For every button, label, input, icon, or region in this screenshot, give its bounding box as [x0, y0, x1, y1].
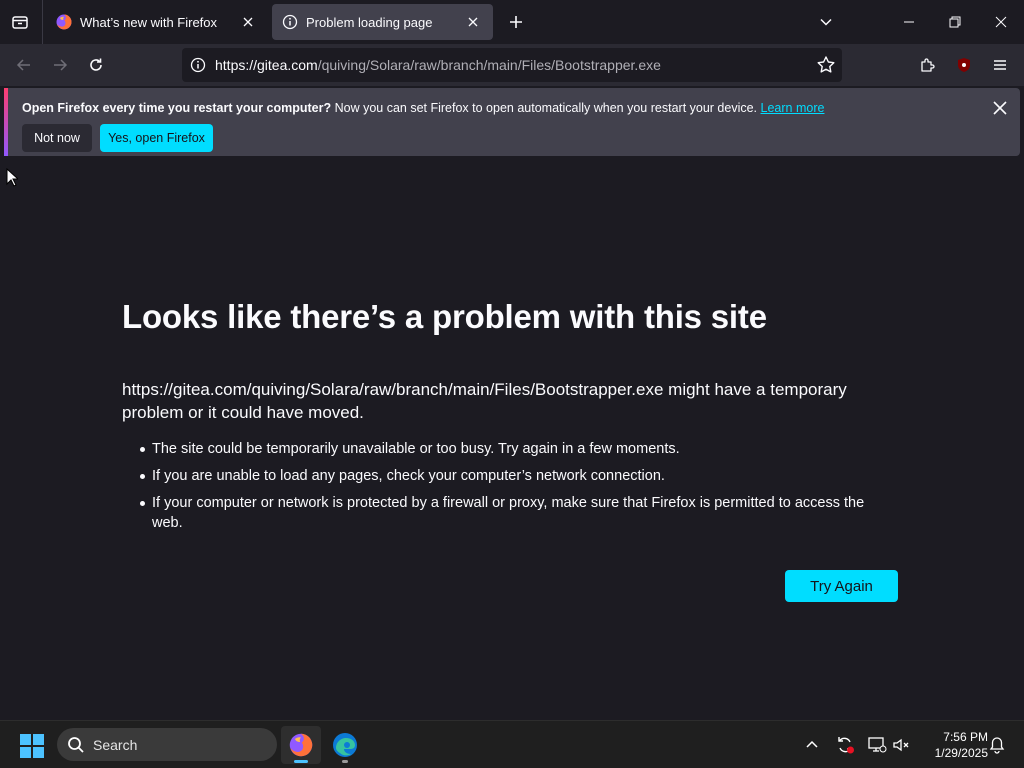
error-title: Looks like there’s a problem with this s…: [122, 298, 767, 335]
error-description: https://gitea.com/quiving/Solara/raw/bra…: [122, 380, 847, 422]
new-tab-button[interactable]: [502, 8, 530, 36]
sync-icon: [838, 737, 854, 754]
notification-heading: Open Firefox every time you restart your…: [22, 101, 332, 115]
notification-message: Open Firefox every time you restart your…: [22, 101, 824, 115]
notification-bar: Open Firefox every time you restart your…: [4, 88, 1020, 156]
search-icon: [68, 736, 84, 753]
app-menu-button[interactable]: [984, 49, 1016, 81]
yes-open-firefox-button[interactable]: Yes, open Firefox: [100, 124, 213, 152]
try-again-button[interactable]: Try Again: [785, 570, 898, 602]
firefox-view-button[interactable]: [4, 6, 36, 38]
taskbar-firefox[interactable]: [281, 726, 321, 764]
firefox-logo-icon: [289, 733, 313, 757]
tab-problem-loading[interactable]: Problem loading page: [272, 4, 493, 40]
close-window-button[interactable]: [985, 6, 1017, 38]
tab-close-button[interactable]: [238, 12, 258, 32]
arrow-right-icon: [54, 59, 68, 71]
firefox-view-icon: [12, 16, 28, 29]
forward-button[interactable]: [44, 49, 76, 81]
firefox-logo-icon: [56, 14, 72, 30]
chevron-up-icon: [806, 740, 818, 748]
close-icon: [995, 16, 1007, 28]
windows-start-icon[interactable]: [20, 734, 44, 758]
mouse-cursor-icon: [6, 168, 18, 187]
info-icon: [282, 14, 298, 30]
taskbar-edge[interactable]: [325, 726, 365, 764]
tab-separator: [42, 0, 43, 44]
hamburger-menu-icon: [994, 60, 1006, 70]
clock-time: 7:56 PM: [943, 730, 988, 744]
minimize-icon: [904, 21, 914, 23]
reload-icon: [90, 58, 102, 71]
close-icon: [468, 17, 478, 27]
ublock-origin-icon: [958, 58, 970, 72]
tab-title: What’s new with Firefox: [80, 14, 218, 30]
tab-title: Problem loading page: [306, 14, 433, 30]
tab-close-button[interactable]: [463, 12, 483, 32]
notification-body: Now you can set Firefox to open automati…: [331, 101, 761, 115]
notifications-button[interactable]: [985, 733, 1009, 757]
edge-logo-icon: [333, 733, 357, 757]
url-bar[interactable]: https://gitea.com/quiving/Solara/raw/bra…: [182, 48, 842, 82]
bell-icon: [989, 737, 1005, 754]
chevron-down-icon: [820, 18, 832, 26]
active-indicator: [294, 760, 308, 763]
puzzle-icon: [921, 58, 935, 72]
volume-muted-icon: [893, 738, 909, 752]
site-info-button[interactable]: [188, 55, 208, 75]
sync-status-button[interactable]: [833, 733, 857, 757]
arrow-left-icon: [16, 59, 30, 71]
back-button[interactable]: [8, 49, 40, 81]
url-text[interactable]: https://gitea.com/quiving/Solara/raw/bra…: [215, 57, 661, 73]
plus-icon: [510, 16, 522, 28]
info-icon: [190, 57, 206, 73]
clock-date: 1/29/2025: [934, 746, 988, 760]
bookmark-star-icon[interactable]: [816, 55, 836, 75]
network-icon: [868, 737, 887, 753]
show-hidden-icons-button[interactable]: [800, 733, 824, 757]
taskbar-search[interactable]: Search: [57, 728, 277, 761]
restore-icon: [949, 16, 961, 28]
close-icon: [243, 17, 253, 27]
extensions-button[interactable]: [912, 49, 944, 81]
url-path: /quiving/Solara/raw/branch/main/Files/Bo…: [317, 57, 661, 73]
url-host: https://gitea.com: [215, 57, 318, 73]
list-all-tabs-button[interactable]: [810, 6, 842, 38]
list-item: If you are unable to load any pages, che…: [122, 466, 894, 486]
tab-whats-new[interactable]: What’s new with Firefox: [46, 4, 268, 40]
reload-button[interactable]: [80, 49, 112, 81]
taskbar-clock[interactable]: 7:56 PM 1/29/2025: [918, 729, 988, 761]
minimize-button[interactable]: [893, 6, 925, 38]
volume-button[interactable]: [890, 733, 914, 757]
navigation-toolbar: https://gitea.com/quiving/Solara/raw/bra…: [0, 44, 1024, 86]
ublock-origin-button[interactable]: [948, 49, 980, 81]
running-indicator: [342, 760, 348, 763]
taskbar: Search 7:56 PM 1/29/2025: [0, 720, 1024, 768]
list-item: The site could be temporarily unavailabl…: [122, 439, 894, 459]
close-icon[interactable]: [990, 98, 1010, 118]
tab-strip: What’s new with Firefox Problem loading …: [0, 0, 1024, 44]
error-suggestions: The site could be temporarily unavailabl…: [122, 439, 894, 540]
network-button[interactable]: [865, 733, 889, 757]
learn-more-link[interactable]: Learn more: [761, 101, 825, 115]
search-placeholder: Search: [93, 736, 138, 753]
restore-button[interactable]: [939, 6, 971, 38]
not-now-button[interactable]: Not now: [22, 124, 92, 152]
list-item: If your computer or network is protected…: [122, 493, 894, 533]
